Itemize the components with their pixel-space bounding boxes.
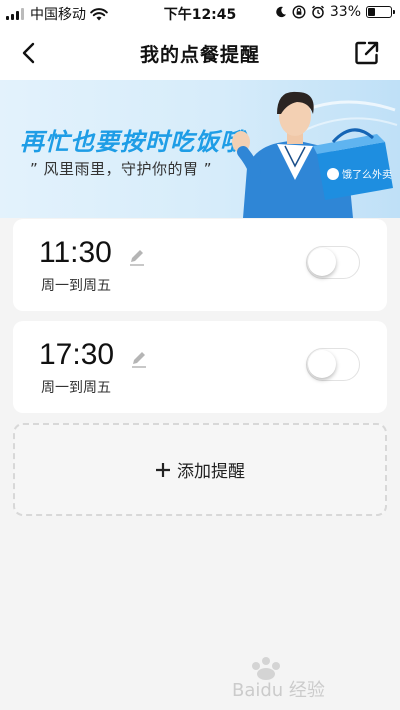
reminder-days: 周一到周五 bbox=[41, 380, 111, 396]
add-reminder-button[interactable]: 添加提醒 bbox=[13, 423, 387, 516]
share-button[interactable] bbox=[352, 38, 382, 68]
banner-box-text: 饿了么外卖 bbox=[342, 169, 392, 181]
pencil-icon[interactable] bbox=[127, 247, 147, 267]
orientation-lock-icon bbox=[292, 5, 306, 19]
moon-icon bbox=[276, 6, 286, 18]
baidu-watermark-logo: Baidu 经验 bbox=[232, 657, 325, 701]
battery-percent: 33% bbox=[329, 4, 361, 20]
spokesperson-illustration: 饿了么外卖 bbox=[232, 91, 398, 218]
reminder-days: 周一到周五 bbox=[41, 278, 111, 294]
chevron-left-icon bbox=[22, 42, 35, 64]
reminder-card[interactable]: 17:30 周一到周五 bbox=[13, 321, 387, 413]
carrier-name: 中国移动 bbox=[30, 7, 86, 23]
toggle-knob bbox=[308, 350, 336, 378]
status-bar: 中国移动 下午12:45 33% bbox=[0, 0, 400, 26]
banner-headline: 再忙也要按时吃饭哦 bbox=[20, 128, 245, 156]
battery-icon bbox=[366, 6, 395, 18]
plus-icon bbox=[156, 462, 170, 477]
reminder-time: 11:30 bbox=[39, 236, 112, 269]
signal-icon bbox=[6, 8, 24, 20]
toggle-knob bbox=[308, 248, 336, 276]
reminder-time: 17:30 bbox=[39, 338, 115, 371]
wifi-icon bbox=[90, 7, 108, 20]
reminder-toggle[interactable] bbox=[306, 246, 360, 279]
status-left: 中国移动 bbox=[6, 4, 108, 24]
banner-subtitle: ” 风里雨里，守护你的胃 ” bbox=[30, 160, 213, 178]
back-button[interactable] bbox=[14, 38, 42, 68]
status-right: 33% bbox=[275, 4, 395, 20]
share-external-icon bbox=[355, 41, 379, 65]
battery-level bbox=[368, 8, 376, 16]
page-title: 我的点餐提醒 bbox=[139, 43, 260, 66]
reminder-card[interactable]: 11:30 周一到周五 bbox=[13, 219, 387, 311]
promo-banner: 再忙也要按时吃饭哦 ” 风里雨里，守护你的胃 ” 饿了么外卖 bbox=[0, 80, 400, 218]
alarm-icon bbox=[311, 5, 324, 19]
nav-bar: 我的点餐提醒 bbox=[0, 26, 400, 80]
pencil-icon[interactable] bbox=[129, 349, 149, 369]
reminder-toggle[interactable] bbox=[306, 348, 360, 381]
add-reminder-label: 添加提醒 bbox=[177, 462, 245, 482]
watermark-text: Baidu 经验 bbox=[232, 680, 325, 701]
